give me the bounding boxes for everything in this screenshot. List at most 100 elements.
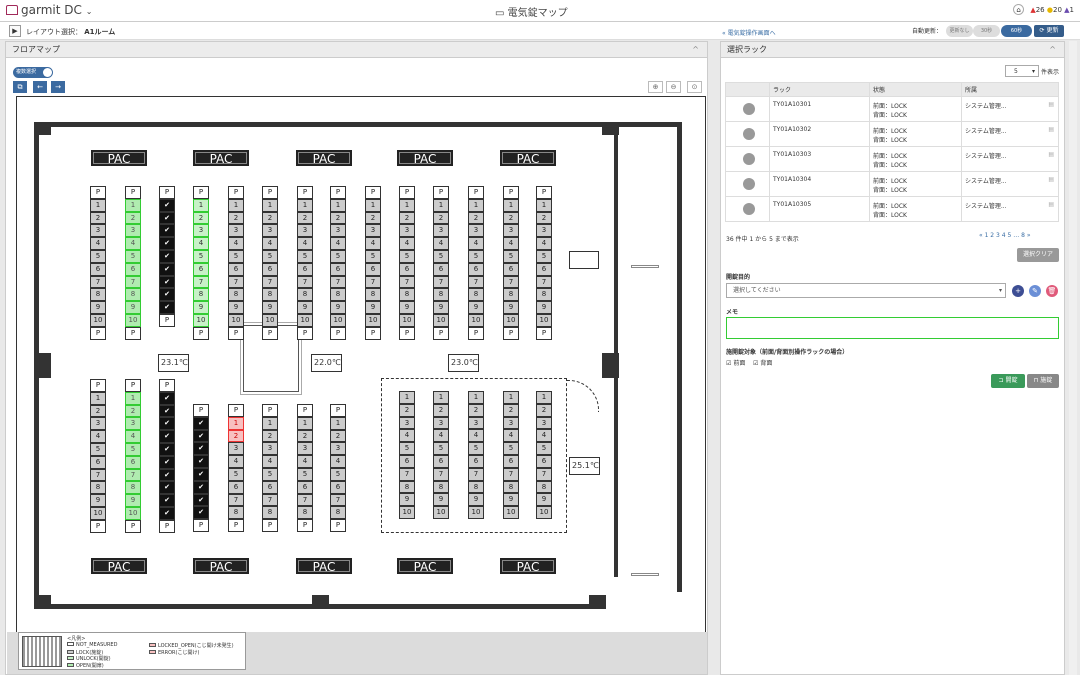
rack-unit[interactable]: 8 [433,480,449,494]
rack-door-p[interactable]: P [262,326,278,340]
rack-door-p[interactable]: P [365,186,381,199]
rack-unit[interactable]: 7 [468,467,484,481]
rack-unit[interactable]: 4 [536,237,552,250]
rack-unit[interactable]: 6 [125,262,141,276]
rack-unit[interactable]: 4 [399,429,415,443]
rack-unit[interactable]: ✔ [159,494,175,507]
rack-door-p[interactable]: P [193,519,209,532]
rack-unit[interactable]: 3 [125,224,141,238]
rack-unit[interactable]: ✔ [159,288,175,302]
rack-door-p[interactable]: P [330,186,346,199]
add-icon[interactable]: + [1012,285,1024,297]
rack-unit[interactable]: 10 [330,313,346,327]
rack-unit[interactable]: 10 [536,506,552,519]
rack-unit[interactable]: 1 [365,198,381,212]
rack-unit[interactable]: 9 [536,493,552,507]
pac-unit[interactable]: PAC [500,150,556,166]
rack-unit[interactable]: ✔ [193,480,209,494]
rack-unit[interactable]: 9 [399,301,415,314]
rack-unit[interactable]: 4 [228,455,244,468]
rack-unit[interactable]: ✔ [193,416,209,430]
rack-unit[interactable]: 8 [536,288,552,302]
rack-unit[interactable]: 8 [330,506,346,520]
detail-icon[interactable]: ▤ [1048,151,1054,158]
rack-unit[interactable]: 10 [433,506,449,519]
rack-unit[interactable]: 7 [365,275,381,289]
rack-unit[interactable]: 3 [503,224,519,238]
rack-unit[interactable]: 8 [125,288,141,302]
rack-door-p[interactable]: P [297,404,313,417]
rack-unit[interactable]: 3 [365,224,381,238]
rack-unit[interactable]: 8 [433,288,449,302]
lock-button[interactable]: ⊓ 施錠 [1027,374,1059,388]
pac-unit[interactable]: PAC [500,558,556,574]
rack[interactable]: 1 2 3 4 5 6 7 8 9 10 [503,391,519,519]
rack[interactable]: P12345678P [297,404,313,532]
rack-door-p[interactable]: P [193,404,209,417]
rack-unit[interactable]: 2 [365,211,381,225]
rack-unit[interactable]: 2 [536,403,552,417]
rack-unit[interactable]: 3 [193,224,209,238]
rack-unit[interactable]: 10 [468,506,484,519]
rack-unit[interactable]: 5 [125,442,141,456]
rack[interactable]: P12345678P [262,404,278,532]
rack-door-p[interactable]: P [468,186,484,199]
rack-unit[interactable]: 4 [262,455,278,468]
temp-sensor[interactable]: 23.0℃ [448,354,479,372]
rack-door-p[interactable]: P [159,186,175,199]
rack[interactable]: P 1 2 3 4 5 6 7 8 9 10 P [330,186,346,340]
rack-door-p[interactable]: P [503,326,519,340]
col-org[interactable]: 所属 [961,82,1059,97]
rack-unit[interactable]: 2 [468,211,484,225]
rack-unit[interactable]: 1 [90,198,106,212]
rack-unit[interactable]: 8 [468,480,484,494]
rack-unit[interactable]: 2 [262,211,278,225]
pac-unit[interactable]: PAC [91,558,147,574]
rack-unit[interactable]: 3 [399,416,415,430]
rack-unit[interactable]: ✔ [193,442,209,456]
rack-unit[interactable]: 6 [468,454,484,468]
rack[interactable]: P 1 2 3 4 5 6 7 8 9 10 P [193,186,209,340]
rack-unit[interactable]: 9 [468,493,484,507]
rack-unit[interactable]: 5 [536,249,552,263]
col-rack[interactable]: ラック [769,82,870,97]
pac-unit[interactable]: PAC [397,558,453,574]
rack-door-p[interactable]: P [159,313,175,327]
rack-unit[interactable]: ✔ [159,481,175,495]
rack-unit[interactable]: 1 [433,198,449,212]
rack-unit[interactable]: 8 [503,288,519,302]
rack-unit[interactable]: 5 [125,249,141,263]
rack-unit[interactable]: 1 [468,198,484,212]
rack-unit[interactable]: 6 [262,480,278,494]
vertical-scrollbar[interactable] [1069,41,1077,675]
rack-unit[interactable]: ✔ [159,391,175,405]
rack-unit[interactable]: 10 [193,313,209,327]
rack-unit[interactable]: 6 [297,262,313,276]
rack-unit[interactable]: 9 [433,493,449,507]
rack-unit[interactable]: 1 [297,198,313,212]
pac-unit[interactable]: PAC [91,150,147,166]
rack-unit[interactable]: 3 [262,224,278,238]
rack-unit[interactable]: 2 [503,211,519,225]
rack-door-p[interactable]: P [125,186,141,199]
rack-unit[interactable]: 4 [193,237,209,250]
rack-unit[interactable]: 5 [297,467,313,481]
rack[interactable]: 1 2 3 4 5 6 7 8 9 10 [433,391,449,519]
rack-unit[interactable]: 9 [468,301,484,314]
rack-unit[interactable]: 9 [193,301,209,314]
rack-unit[interactable]: 9 [125,494,141,507]
rack-unit[interactable]: ✔ [159,275,175,289]
rack-unit[interactable]: 9 [503,493,519,507]
rack-unit[interactable]: 3 [536,416,552,430]
rack-unit[interactable]: 1 [433,391,449,404]
rack-door-p[interactable]: P [503,186,519,199]
rack-unit[interactable]: 6 [330,480,346,494]
rack-unit[interactable]: 10 [125,506,141,520]
rack-door-p[interactable]: P [433,326,449,340]
rack-unit[interactable]: 5 [330,467,346,481]
rack-unit[interactable]: 2 [125,404,141,418]
rack-unit[interactable]: 4 [503,429,519,443]
table-row[interactable]: TY01A10305 前面：LOCK 背面：LOCK システム管理... ▤ [725,196,1059,222]
rack[interactable]: P 1 2 3 4 5 6 7 8 9 10 P [262,186,278,340]
rack-unit[interactable]: 5 [262,467,278,481]
